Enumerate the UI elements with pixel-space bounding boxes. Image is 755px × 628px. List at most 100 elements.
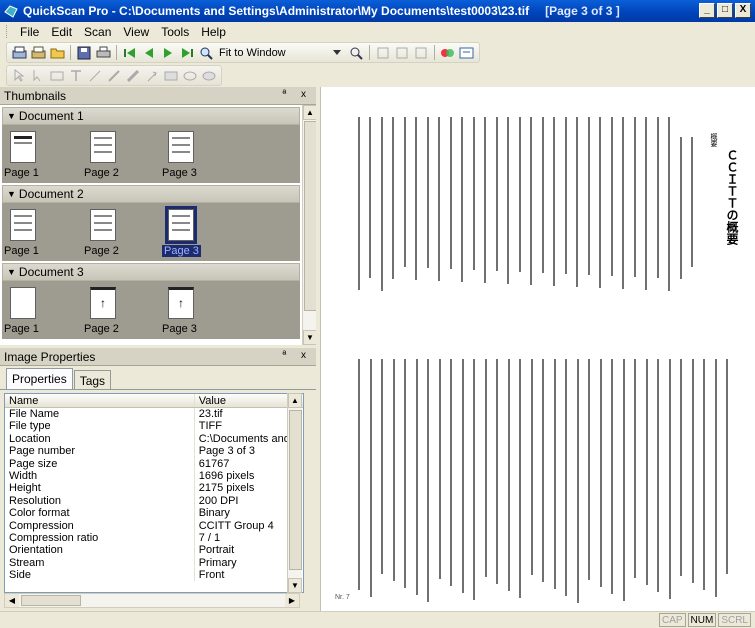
pen-tool-icon[interactable] — [106, 68, 122, 84]
thumbnails-panel-buttons[interactable]: ª x — [283, 89, 312, 100]
close-button[interactable]: X — [735, 3, 751, 18]
table-row[interactable]: Height 2175 pixels — [5, 482, 303, 495]
text-column — [392, 359, 395, 581]
page-thumbnail[interactable]: ↑ Page 3 — [162, 281, 227, 339]
column-name-header[interactable]: Name — [5, 394, 194, 407]
last-page-icon[interactable] — [179, 45, 195, 61]
scroll-right-arrow-icon[interactable]: ▶ — [285, 594, 299, 607]
table-row[interactable]: Page size 61767 — [5, 457, 303, 470]
table-row[interactable]: Side Front — [5, 569, 303, 582]
zoom-icon[interactable] — [198, 45, 214, 61]
table-row[interactable]: Resolution 200 DPI — [5, 494, 303, 508]
page-thumbnail[interactable]: Page 3 — [162, 125, 227, 183]
help-icon[interactable] — [459, 45, 475, 61]
rectangle-tool-icon[interactable] — [49, 68, 65, 84]
collapse-triangle-icon[interactable]: ▼ — [7, 111, 16, 121]
table-row[interactable]: Compression CCITT Group 4 — [5, 519, 303, 532]
text-column — [530, 359, 533, 575]
document-viewer[interactable]: 概要 ＣＣＩＴＴの概要 Nr. 7 — [320, 87, 755, 611]
scroll-down-arrow-icon[interactable]: ▼ — [303, 330, 317, 345]
table-row[interactable]: Width 1696 pixels — [5, 469, 303, 483]
menu-scan[interactable]: Scan — [79, 24, 116, 40]
table-row[interactable]: Compression ratio 7 / 1 — [5, 531, 303, 545]
zoom-mode-label[interactable]: Fit to Window — [219, 47, 286, 59]
text-column — [449, 117, 452, 269]
scroll-up-arrow-icon[interactable]: ▲ — [303, 105, 317, 120]
collapse-triangle-icon[interactable]: ▼ — [7, 189, 16, 199]
first-page-icon[interactable] — [122, 45, 138, 61]
menu-tools[interactable]: Tools — [156, 24, 194, 40]
table-row[interactable]: Orientation Portrait — [5, 544, 303, 557]
tab-tags[interactable]: Tags — [73, 370, 112, 389]
scan-batch-icon[interactable] — [30, 45, 46, 61]
stamp-tool-icon[interactable] — [144, 68, 160, 84]
scroll-up-arrow-icon[interactable]: ▲ — [288, 393, 302, 408]
rotate-left-icon[interactable] — [375, 45, 391, 61]
page-image — [10, 209, 36, 241]
text-column — [587, 117, 590, 275]
color-settings-icon[interactable] — [440, 45, 456, 61]
open-folder-icon[interactable] — [49, 45, 65, 61]
scroll-thumb[interactable] — [289, 410, 302, 570]
line-tool-icon[interactable] — [87, 68, 103, 84]
filled-rect-tool-icon[interactable] — [163, 68, 179, 84]
properties-panel-buttons[interactable]: ª x — [283, 350, 312, 361]
collapse-triangle-icon[interactable]: ▼ — [7, 267, 16, 277]
maximize-button[interactable]: □ — [717, 3, 733, 18]
text-column — [610, 117, 613, 276]
document-header[interactable]: ▼ Document 2 — [2, 185, 300, 203]
select-arrow-icon[interactable] — [11, 68, 27, 84]
page-thumbnail[interactable]: ↑ Page 2 — [84, 281, 149, 339]
scroll-thumb[interactable] — [21, 595, 81, 606]
num-lock-indicator: NUM — [687, 613, 717, 627]
table-row[interactable]: Page number Page 3 of 3 — [5, 445, 303, 458]
rotate-right-icon[interactable] — [394, 45, 410, 61]
annotation-toolbar — [0, 64, 755, 87]
page-label: Page 2 — [84, 167, 119, 179]
flip-icon[interactable] — [413, 45, 429, 61]
tab-properties[interactable]: Properties — [6, 368, 73, 389]
zoom-dropdown-icon[interactable] — [329, 45, 345, 61]
save-icon[interactable] — [76, 45, 92, 61]
multi-select-icon[interactable] — [30, 68, 46, 84]
document-header[interactable]: ▼ Document 1 — [2, 107, 300, 125]
page-thumbnail[interactable]: Page 1 — [4, 203, 69, 261]
thumbnails-title: Thumbnails — [4, 88, 67, 103]
ellipse-tool-icon[interactable] — [182, 68, 198, 84]
properties-vertical-scrollbar[interactable]: ▲ ▼ — [287, 393, 302, 593]
table-row[interactable]: Stream Primary — [5, 556, 303, 570]
thumbnails-scrollbar[interactable]: ▲ ▼ — [302, 105, 317, 345]
menu-help[interactable]: Help — [196, 24, 231, 40]
page-thumbnail[interactable]: Page 2 — [84, 125, 149, 183]
properties-horizontal-scrollbar[interactable]: ◀ ▶ — [4, 593, 300, 608]
page-thumbnail[interactable]: Page 1 — [4, 281, 69, 339]
menu-view[interactable]: View — [118, 24, 154, 40]
page-thumbnail[interactable]: Page 2 — [84, 203, 149, 261]
scan-icon[interactable] — [11, 45, 27, 61]
menu-edit[interactable]: Edit — [46, 24, 77, 40]
text-column — [381, 359, 383, 574]
scroll-down-arrow-icon[interactable]: ▼ — [288, 578, 302, 593]
text-tool-icon[interactable] — [68, 68, 84, 84]
table-row[interactable]: File type TIFF — [5, 420, 303, 433]
next-page-icon[interactable] — [160, 45, 176, 61]
page-label: Page 3 — [162, 167, 197, 179]
text-column — [691, 359, 694, 583]
page-image — [10, 287, 36, 319]
page-thumbnail-selected[interactable]: Page 3 — [162, 203, 227, 261]
previous-page-icon[interactable] — [141, 45, 157, 61]
scroll-left-arrow-icon[interactable]: ◀ — [5, 594, 19, 607]
highlighter-tool-icon[interactable] — [125, 68, 141, 84]
thumbnails-list[interactable]: ▼ Document 1 Page 1 Page 2 Page 3 ▼ Docu… — [0, 105, 302, 345]
table-row[interactable]: File Name 23.tif — [5, 408, 303, 421]
filled-ellipse-tool-icon[interactable] — [201, 68, 217, 84]
find-icon[interactable] — [348, 45, 364, 61]
document-header[interactable]: ▼ Document 3 — [2, 263, 300, 281]
minimize-button[interactable]: _ — [699, 3, 715, 18]
text-column — [507, 117, 509, 284]
print-icon[interactable] — [95, 45, 111, 61]
table-row[interactable]: Color format Binary — [5, 507, 303, 520]
page-thumbnail[interactable]: Page 1 — [4, 125, 69, 183]
table-row[interactable]: Location C:\Documents and S — [5, 432, 303, 446]
menu-file[interactable]: File — [15, 24, 44, 40]
